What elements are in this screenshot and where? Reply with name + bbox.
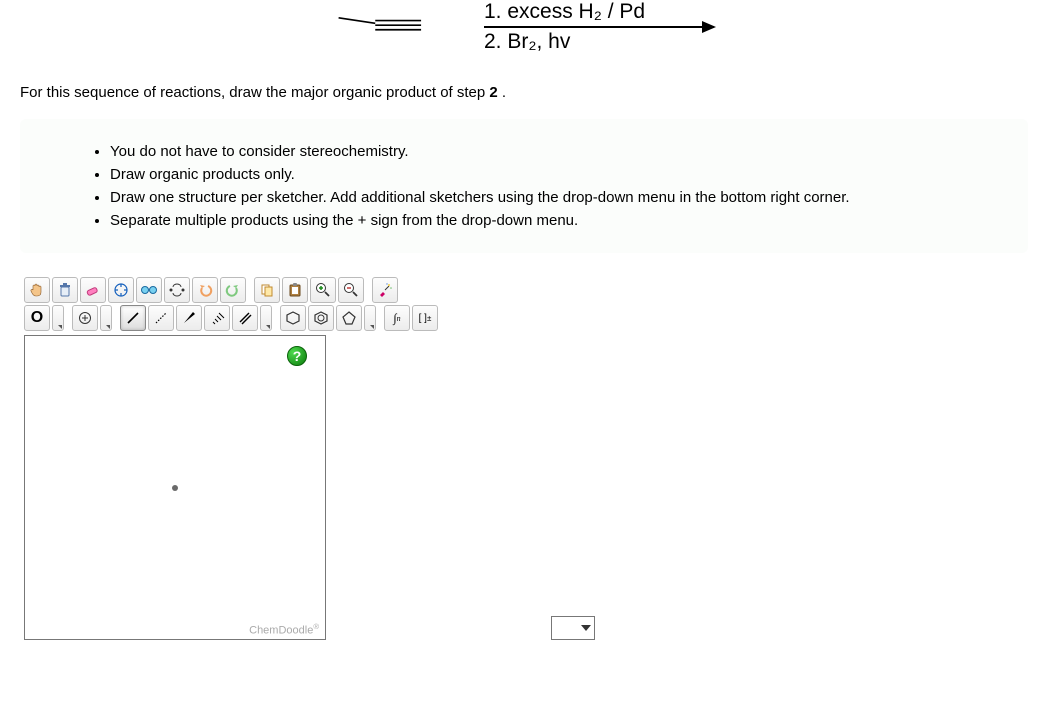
dotted-bond-icon[interactable] (148, 305, 174, 331)
brackets-icon[interactable]: [ ]± (412, 305, 438, 331)
instruction-item: Separate multiple products using the + s… (110, 212, 1008, 229)
toolbar-row-2: O ∫n [ ]± (24, 305, 595, 331)
erase-icon[interactable] (80, 277, 106, 303)
single-bond-icon[interactable] (120, 305, 146, 331)
prompt-prefix: For this sequence of reactions, draw the… (20, 84, 489, 101)
clear-icon[interactable] (52, 277, 78, 303)
help-icon[interactable]: ? (287, 346, 307, 366)
reaction-scheme: 1. excess H₂ / Pd 2. Br₂, hv (20, 0, 1028, 74)
zoom-out-icon[interactable] (338, 277, 364, 303)
add-sketcher-dropdown[interactable] (551, 616, 595, 640)
paste-icon[interactable] (282, 277, 308, 303)
ring-dropdown[interactable] (364, 305, 376, 331)
instruction-item: Draw one structure per sketcher. Add add… (110, 189, 1008, 206)
sketcher: O ∫n [ ]± ? (20, 273, 599, 644)
question-prompt: For this sequence of reactions, draw the… (20, 84, 1028, 101)
reagent-step-1: 1. excess H₂ / Pd (484, 0, 714, 26)
reagents: 1. excess H₂ / Pd 2. Br₂, hv (484, 0, 714, 54)
hash-bond-icon[interactable] (204, 305, 230, 331)
cyclopentane-icon[interactable] (336, 305, 362, 331)
prompt-suffix: . (498, 84, 506, 101)
cyclohexane-icon[interactable] (280, 305, 306, 331)
instructions-box: You do not have to consider stereochemis… (20, 119, 1028, 253)
double-bond-icon[interactable] (232, 305, 258, 331)
charge-dropdown[interactable] (100, 305, 112, 331)
undo-icon[interactable] (192, 277, 218, 303)
redo-icon[interactable] (220, 277, 246, 303)
prompt-step-number: 2 (489, 84, 497, 101)
copy-icon[interactable] (254, 277, 280, 303)
hand-tool-icon[interactable] (24, 277, 50, 303)
chemdoodle-brand: ChemDoodle® (249, 622, 319, 637)
instruction-item: You do not have to consider stereochemis… (110, 143, 1008, 160)
reaction-arrow (484, 26, 714, 28)
reactant-structure (334, 7, 444, 47)
charge-plus-icon[interactable] (72, 305, 98, 331)
glasses-icon[interactable] (136, 277, 162, 303)
wedge-bond-icon[interactable] (176, 305, 202, 331)
instruction-item: Draw organic products only. (110, 166, 1008, 183)
benzene-icon[interactable] (308, 305, 334, 331)
chain-tool-icon[interactable]: ∫n (384, 305, 410, 331)
bond-dropdown[interactable] (260, 305, 272, 331)
chevron-down-icon (581, 625, 591, 631)
flip-icon[interactable] (164, 277, 190, 303)
placeholder-atom[interactable] (172, 485, 178, 491)
center-icon[interactable] (108, 277, 134, 303)
drawing-canvas[interactable]: ? ChemDoodle® (24, 335, 326, 640)
element-picker[interactable]: O (24, 305, 50, 331)
element-dropdown[interactable] (52, 305, 64, 331)
clean-icon[interactable] (372, 277, 398, 303)
reagent-step-2: 2. Br₂, hv (484, 28, 714, 54)
zoom-in-icon[interactable] (310, 277, 336, 303)
toolbar-row-1 (24, 277, 595, 303)
